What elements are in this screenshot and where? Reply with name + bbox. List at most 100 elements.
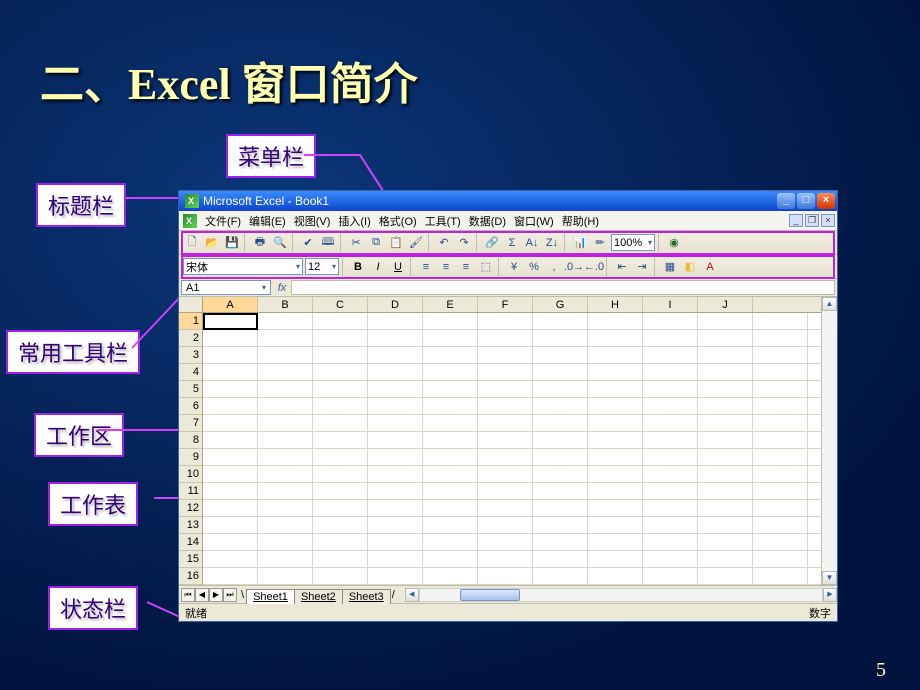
menu-window[interactable]: 窗口(W) [510, 211, 558, 231]
menu-file[interactable]: 文件(F) [201, 211, 245, 231]
font-size-combo[interactable]: 12▾ [305, 258, 339, 275]
open-icon[interactable]: 📂 [203, 234, 221, 252]
row-header[interactable]: 1 [179, 313, 202, 330]
row-header[interactable]: 9 [179, 449, 202, 466]
help-icon[interactable]: ◉ [665, 234, 683, 252]
menu-view[interactable]: 视图(V) [290, 211, 335, 231]
scroll-track[interactable] [822, 311, 837, 571]
column-header[interactable]: C [313, 297, 368, 312]
undo-icon[interactable]: ↶ [435, 234, 453, 252]
merge-center-icon[interactable]: ⬚ [477, 258, 495, 276]
paste-icon[interactable]: 📋 [387, 234, 405, 252]
save-icon[interactable]: 💾 [223, 234, 241, 252]
print-icon[interactable]: 🖶 [251, 234, 269, 252]
select-all-corner[interactable] [179, 297, 203, 313]
hscroll-thumb[interactable] [460, 589, 520, 601]
tab-nav-prev[interactable]: ◀ [195, 588, 209, 602]
vertical-scrollbar[interactable]: ▲ ▼ [821, 297, 837, 585]
zoom-combo[interactable]: 100%▾ [611, 234, 655, 251]
scroll-left-button[interactable]: ◀ [405, 588, 419, 602]
active-cell[interactable] [203, 313, 258, 330]
row-header[interactable]: 12 [179, 500, 202, 517]
copy-icon[interactable]: ⧉ [367, 234, 385, 252]
chart-icon[interactable]: 📊 [571, 234, 589, 252]
font-color-icon[interactable]: A [701, 258, 719, 276]
scroll-right-button[interactable]: ▶ [823, 588, 837, 602]
column-header[interactable]: D [368, 297, 423, 312]
menu-insert[interactable]: 插入(I) [334, 211, 374, 231]
menu-format[interactable]: 格式(O) [375, 211, 421, 231]
inc-decimal-icon[interactable]: .0→ [565, 258, 583, 276]
spellcheck-icon[interactable]: ✔ [299, 234, 317, 252]
font-combo[interactable]: 宋体▾ [183, 258, 303, 275]
row-header[interactable]: 16 [179, 568, 202, 585]
horizontal-scrollbar[interactable]: ◀ ▶ [405, 588, 837, 602]
column-header[interactable]: F [478, 297, 533, 312]
column-header[interactable]: E [423, 297, 478, 312]
column-header[interactable]: B [258, 297, 313, 312]
research-icon[interactable]: 🕮 [319, 234, 337, 252]
row-header[interactable]: 6 [179, 398, 202, 415]
column-header[interactable]: A [203, 297, 258, 312]
align-right-icon[interactable]: ≡ [457, 258, 475, 276]
borders-icon[interactable]: ▦ [661, 258, 679, 276]
tab-nav-last[interactable]: ⏭ [223, 588, 237, 602]
menu-help[interactable]: 帮助(H) [558, 211, 603, 231]
format-painter-icon[interactable]: 🖌 [407, 234, 425, 252]
sheet-tab[interactable]: Sheet3 [342, 589, 391, 604]
scroll-down-button[interactable]: ▼ [822, 571, 837, 585]
scroll-up-button[interactable]: ▲ [822, 297, 837, 311]
name-box[interactable]: A1▾ [181, 280, 271, 295]
sheet-tab[interactable]: Sheet1 [246, 589, 295, 604]
row-header[interactable]: 14 [179, 534, 202, 551]
align-center-icon[interactable]: ≡ [437, 258, 455, 276]
menu-data[interactable]: 数据(D) [465, 211, 510, 231]
italic-button[interactable]: I [369, 258, 387, 276]
row-header[interactable]: 3 [179, 347, 202, 364]
row-header[interactable]: 13 [179, 517, 202, 534]
fx-icon[interactable]: fx [273, 279, 291, 296]
column-header[interactable]: H [588, 297, 643, 312]
inc-indent-icon[interactable]: ⇥ [633, 258, 651, 276]
app-icon[interactable] [183, 214, 197, 228]
hyperlink-icon[interactable]: 🔗 [483, 234, 501, 252]
row-header[interactable]: 10 [179, 466, 202, 483]
column-header[interactable]: J [698, 297, 753, 312]
tab-nav-first[interactable]: ⏮ [181, 588, 195, 602]
maximize-button[interactable]: □ [797, 193, 815, 209]
row-header[interactable]: 4 [179, 364, 202, 381]
redo-icon[interactable]: ↷ [455, 234, 473, 252]
doc-restore-button[interactable]: ❐ [805, 214, 819, 227]
bold-button[interactable]: B [349, 258, 367, 276]
underline-button[interactable]: U [389, 258, 407, 276]
hscroll-track[interactable] [419, 588, 823, 602]
menu-tools[interactable]: 工具(T) [421, 211, 465, 231]
fill-color-icon[interactable]: ◧ [681, 258, 699, 276]
menu-edit[interactable]: 编辑(E) [245, 211, 290, 231]
formula-bar[interactable] [291, 280, 835, 295]
dec-decimal-icon[interactable]: ←.0 [585, 258, 603, 276]
row-header[interactable]: 8 [179, 432, 202, 449]
sort-asc-icon[interactable]: A↓ [523, 234, 541, 252]
new-icon[interactable]: 🗋 [183, 234, 201, 252]
row-header[interactable]: 11 [179, 483, 202, 500]
column-header[interactable]: I [643, 297, 698, 312]
tab-nav-next[interactable]: ▶ [209, 588, 223, 602]
doc-minimize-button[interactable]: _ [789, 214, 803, 227]
minimize-button[interactable]: _ [777, 193, 795, 209]
dec-indent-icon[interactable]: ⇤ [613, 258, 631, 276]
percent-icon[interactable]: % [525, 258, 543, 276]
row-header[interactable]: 5 [179, 381, 202, 398]
column-header[interactable]: G [533, 297, 588, 312]
comma-icon[interactable]: , [545, 258, 563, 276]
print-preview-icon[interactable]: 🔍 [271, 234, 289, 252]
row-header[interactable]: 15 [179, 551, 202, 568]
grid[interactable]: A B C D E F G H I J [203, 297, 821, 585]
doc-close-button[interactable]: × [821, 214, 835, 227]
row-header[interactable]: 7 [179, 415, 202, 432]
cut-icon[interactable]: ✂ [347, 234, 365, 252]
sort-desc-icon[interactable]: Z↓ [543, 234, 561, 252]
row-header[interactable]: 2 [179, 330, 202, 347]
autosum-icon[interactable]: Σ [503, 234, 521, 252]
sheet-tab[interactable]: Sheet2 [294, 589, 343, 604]
